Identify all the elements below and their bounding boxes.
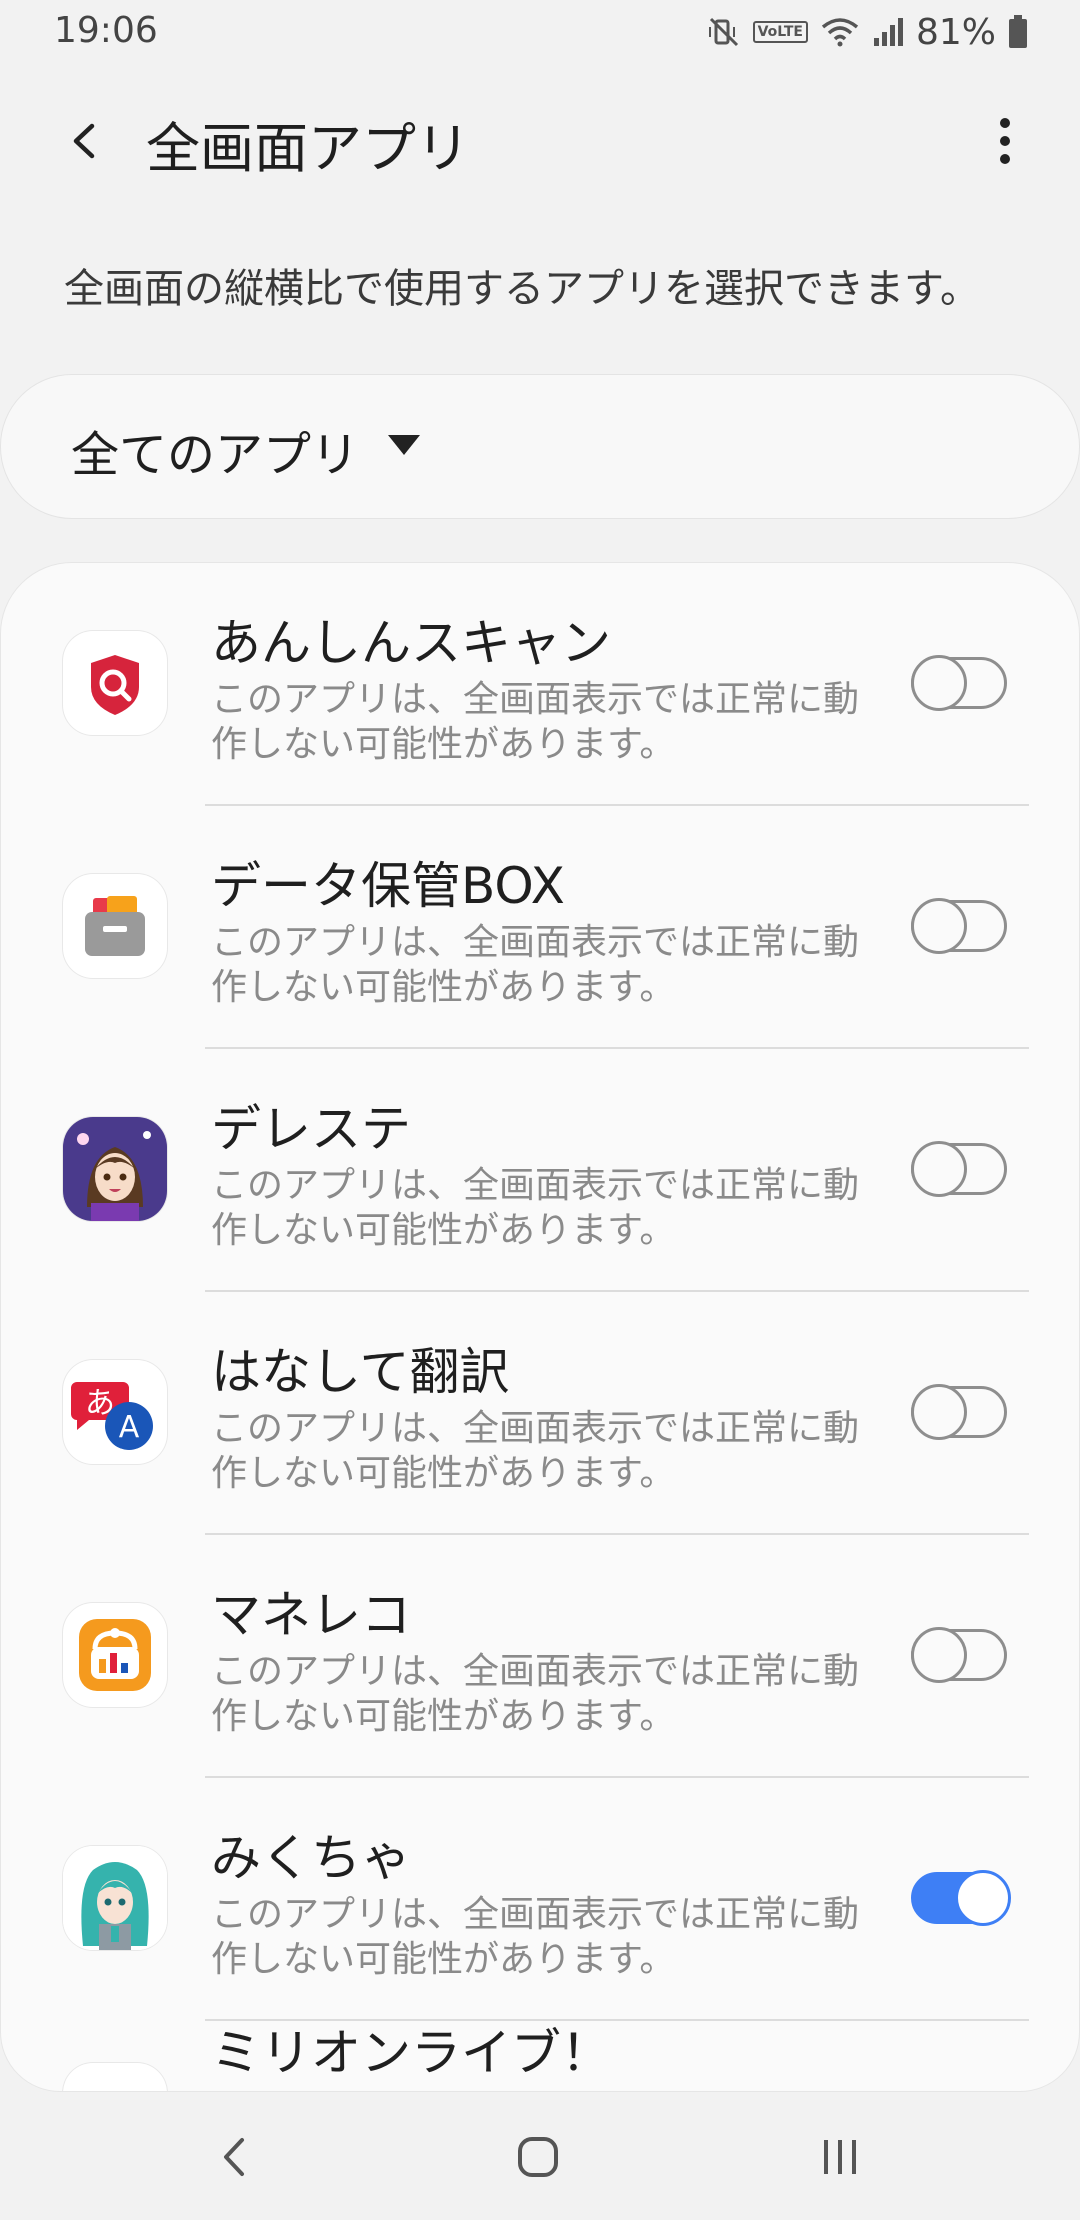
full-screen-toggle[interactable] bbox=[911, 1384, 1011, 1440]
list-item[interactable]: データ保管BOX このアプリは、全画面表示では正常に動作しない可能性があります。 bbox=[1, 806, 1079, 1049]
volte-icon: VoLTE bbox=[752, 21, 808, 43]
wifi-icon bbox=[820, 15, 860, 49]
list-item[interactable]: みくちゃ このアプリは、全画面表示では正常に動作しない可能性があります。 bbox=[1, 1778, 1079, 2021]
home-icon bbox=[518, 2137, 558, 2177]
list-item[interactable]: あA はなして翻訳 このアプリは、全画面表示では正常に動作しない可能性があります… bbox=[1, 1292, 1079, 1535]
full-screen-toggle[interactable] bbox=[911, 1627, 1011, 1683]
app-list: あんしんスキャン このアプリは、全画面表示では正常に動作しない可能性があります。… bbox=[0, 562, 1080, 2092]
svg-text:A: A bbox=[119, 1410, 140, 1445]
recents-icon bbox=[824, 2140, 856, 2174]
character-avatar-icon bbox=[63, 1846, 167, 1950]
folder-box-icon bbox=[63, 874, 167, 978]
app-warning: このアプリは、全画面表示では正常に動作しない可能性があります。 bbox=[211, 1165, 860, 1251]
character-avatar-icon bbox=[63, 1117, 167, 1221]
dropdown-arrow-icon bbox=[388, 435, 420, 455]
full-screen-toggle[interactable] bbox=[911, 1870, 1011, 1926]
app-bar: 全画面アプリ bbox=[0, 90, 1080, 190]
page-description: 全画面の縦横比で使用するアプリを選択できます。 bbox=[64, 266, 980, 312]
full-screen-toggle[interactable] bbox=[911, 1141, 1011, 1197]
battery-icon bbox=[1008, 15, 1028, 49]
more-options-button[interactable] bbox=[970, 106, 1040, 176]
list-item[interactable]: デレステ このアプリは、全画面表示では正常に動作しない可能性があります。 bbox=[1, 1049, 1079, 1292]
app-name: マネレコ bbox=[211, 1586, 411, 1644]
battery-percent: 81% bbox=[915, 11, 996, 53]
signal-icon bbox=[872, 16, 904, 48]
chevron-left-icon bbox=[73, 123, 95, 159]
vibrate-mute-icon bbox=[707, 15, 741, 49]
status-icons: VoLTE 81% bbox=[707, 11, 1028, 53]
app-name: あんしんスキャン bbox=[211, 614, 611, 672]
shield-search-icon bbox=[63, 631, 167, 735]
filter-label: 全てのアプリ bbox=[71, 427, 360, 483]
full-screen-toggle[interactable] bbox=[911, 898, 1011, 954]
status-bar: 19:06 VoLTE 81% bbox=[0, 0, 1080, 64]
app-name: データ保管BOX bbox=[211, 857, 565, 915]
nav-home-button[interactable] bbox=[498, 2122, 578, 2192]
back-button[interactable] bbox=[50, 106, 120, 176]
list-item[interactable]: あんしんスキャン このアプリは、全画面表示では正常に動作しない可能性があります。 bbox=[1, 563, 1079, 806]
wallet-chart-icon bbox=[63, 1603, 167, 1707]
app-warning: このアプリは、全画面表示では正常に動作しない可能性があります。 bbox=[211, 1894, 860, 1980]
app-warning: このアプリは、全画面表示では正常に動作しない可能性があります。 bbox=[211, 679, 860, 765]
app-warning: このアプリは、全画面表示では正常に動作しない可能性があります。 bbox=[211, 1651, 860, 1737]
nav-back-button[interactable] bbox=[196, 2122, 276, 2192]
more-vert-icon bbox=[1000, 118, 1010, 164]
app-warning: このアプリは、全画面表示では正常に動作しない可能性があります。 bbox=[211, 922, 860, 1008]
list-item[interactable]: マネレコ このアプリは、全画面表示では正常に動作しない可能性があります。 bbox=[1, 1535, 1079, 1778]
translate-icon: あA bbox=[63, 1360, 167, 1464]
app-name: みくちゃ bbox=[211, 1829, 411, 1887]
chevron-left-icon bbox=[224, 2138, 244, 2176]
app-name: ミリオンライブ！ bbox=[211, 2024, 611, 2082]
status-time: 19:06 bbox=[54, 10, 158, 51]
nav-recents-button[interactable] bbox=[800, 2122, 880, 2192]
app-warning: このアプリは、全画面表示では正常に動作しない可能性があります。 bbox=[211, 1408, 860, 1494]
app-name: はなして翻訳 bbox=[211, 1343, 510, 1401]
app-name: デレステ bbox=[211, 1100, 411, 1158]
page-title: 全画面アプリ bbox=[146, 117, 470, 180]
full-screen-toggle[interactable] bbox=[911, 655, 1011, 711]
app-icon bbox=[63, 2063, 167, 2091]
navigation-bar bbox=[0, 2092, 1080, 2220]
app-filter-dropdown[interactable]: 全てのアプリ bbox=[0, 374, 1080, 519]
